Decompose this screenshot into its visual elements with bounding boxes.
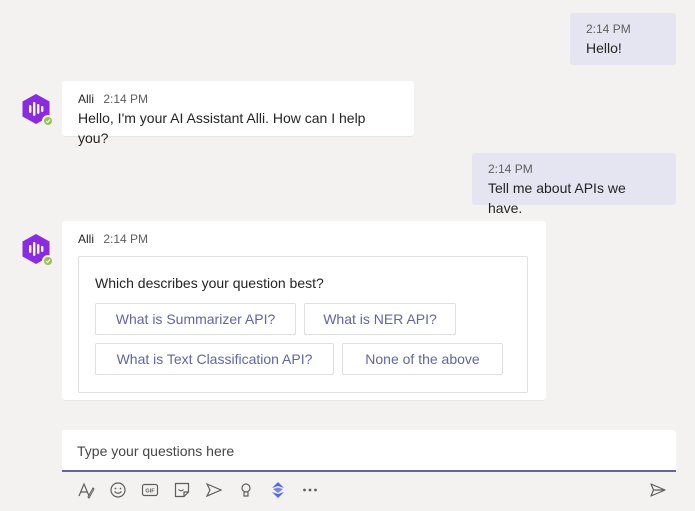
emoji-icon[interactable] [106, 478, 130, 502]
svg-text:GIF: GIF [145, 489, 155, 495]
bot-avatar[interactable] [20, 233, 54, 267]
outgoing-message: 2:14 PM Hello! [570, 13, 676, 65]
message-sender: Alli [78, 232, 95, 246]
presence-available-icon [42, 255, 54, 267]
message-timestamp: 2:14 PM [103, 232, 149, 246]
praise-icon[interactable] [234, 478, 258, 502]
message-text: Hello! [586, 40, 622, 56]
send-icon[interactable] [646, 478, 670, 502]
sticker-icon[interactable] [170, 478, 194, 502]
incoming-message: Alli 2:14 PM Which describes your questi… [62, 221, 546, 400]
presence-available-icon [42, 115, 54, 127]
more-icon[interactable] [298, 478, 322, 502]
message-timestamp: 2:14 PM [103, 92, 149, 106]
message-text: Hello, I'm your AI Assistant Alli. How c… [78, 110, 366, 146]
adaptive-card: Which describes your question best? What… [78, 256, 528, 393]
outgoing-message: 2:14 PM Tell me about APIs we have. [472, 153, 676, 216]
format-icon[interactable] [74, 478, 98, 502]
bot-avatar[interactable] [20, 93, 54, 127]
app-icon[interactable] [266, 478, 290, 502]
message-header: Alli 2:14 PM [78, 91, 398, 107]
message-composer [62, 430, 676, 472]
gif-icon[interactable]: GIF [138, 478, 162, 502]
message-header: Alli 2:14 PM [78, 231, 530, 247]
message-timestamp: 2:14 PM [488, 162, 533, 176]
meet-now-icon[interactable] [202, 478, 226, 502]
choice-summarizer-api-button[interactable]: What is Summarizer API? [95, 303, 296, 335]
message-sender: Alli [78, 92, 95, 106]
choice-ner-api-button[interactable]: What is NER API? [304, 303, 456, 335]
message-text: Tell me about APIs we have. [488, 180, 626, 216]
composer-toolbar: GIF [62, 478, 676, 502]
incoming-message: Alli 2:14 PM Hello, I'm your AI Assistan… [62, 81, 414, 146]
card-question: Which describes your question best? [95, 275, 324, 291]
message-input[interactable] [77, 441, 657, 461]
choice-text-classification-api-button[interactable]: What is Text Classification API? [95, 343, 334, 375]
message-timestamp: 2:14 PM [586, 22, 631, 36]
choice-none-of-the-above-button[interactable]: None of the above [342, 343, 503, 375]
